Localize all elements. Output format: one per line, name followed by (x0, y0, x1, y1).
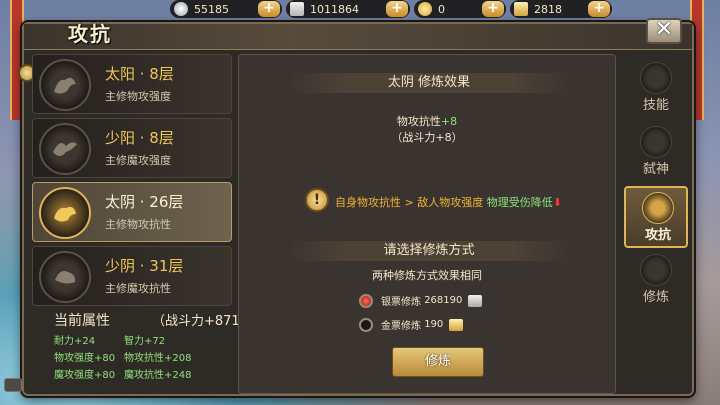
effect-stat-value: +8 (440, 115, 458, 128)
list-item-shaoyin[interactable]: 少阴 · 31层 主修魔攻抗性 (32, 246, 232, 306)
resource-gold-coin: 0 + (414, 0, 506, 18)
tab-skills[interactable]: 技能 (624, 58, 688, 120)
list-item-name: 少阳 · 8层 (105, 129, 174, 147)
list-item-shaoyang[interactable]: 少阳 · 8层 主修魔攻强度 (32, 118, 232, 178)
tab-label: 攻抗 (644, 228, 671, 243)
tab-label: 修炼 (642, 290, 669, 305)
effect-stat-label: 物攻抗性 (396, 115, 441, 128)
list-item-name: 少阴 · 31层 (105, 257, 184, 275)
tiger-emblem-icon (39, 187, 91, 239)
list-item-taiyang[interactable]: 太阳 · 8层 主修物攻强度 (32, 54, 232, 114)
gold-ticket-icon (449, 318, 464, 331)
list-item-desc: 主修魔攻抗性 (105, 282, 171, 295)
list-item-taiyin[interactable]: 太阴 · 26层 主修物攻抗性 (32, 182, 232, 242)
property-row: 物攻强度+80 物攻抗性+208 (54, 349, 254, 364)
add-silver-coin-button[interactable]: + (258, 1, 280, 17)
current-properties: 当前属性 （战斗力+871） 耐力+24 智力+72 物攻强度+80 物攻抗性+… (54, 310, 254, 381)
tab-attack-resist[interactable]: 攻抗 (624, 186, 688, 248)
resource-silver-coin: 55185 + (170, 0, 282, 18)
method-heading: 请选择修炼方式 (289, 241, 569, 261)
option-silver[interactable]: 银票修炼 268190 (359, 293, 483, 308)
practice-button[interactable]: 修炼 (392, 347, 484, 377)
tab-label: 技能 (642, 98, 669, 113)
property-row: 耐力+24 智力+72 (54, 332, 254, 347)
property-value: 耐力+24 (54, 336, 96, 347)
side-tabs: 技能 弑神 攻抗 修炼 (624, 58, 688, 314)
cultivate-tab-icon (640, 254, 672, 286)
arrow-down-icon: ⬇ (552, 196, 562, 209)
resource-value: 1011864 (310, 2, 359, 16)
option-label: 金票修炼 (381, 321, 421, 332)
option-label: 银票修炼 (381, 297, 421, 308)
list-item-name: 太阳 · 8层 (105, 65, 174, 83)
property-value: 物攻强度+80 (54, 353, 116, 364)
list-item-name: 太阴 · 26层 (105, 193, 184, 211)
cultivation-list: 太阳 · 8层 主修物攻强度 少阳 · 8层 主修魔攻强度 太阴 · 26层 主… (32, 54, 232, 310)
main-panel: 攻抗 ✕ 太阳 · 8层 主修物攻强度 少阳 · 8层 主修魔攻强度 太阴 · … (18, 18, 694, 396)
effect-stat: 物攻抗性+8 (239, 113, 615, 129)
silver-ticket-icon (290, 2, 304, 16)
list-item-desc: 主修魔攻强度 (105, 154, 171, 167)
attack-resist-tab-icon (642, 192, 674, 224)
effect-power: （战斗力+8） (391, 131, 463, 144)
option-cost: 190 (424, 319, 444, 330)
tab-slay-god[interactable]: 弑神 (624, 122, 688, 184)
option-cost: 268190 (424, 295, 463, 306)
method-note: 两种修炼方式效果相同 (372, 269, 482, 282)
property-value: 智力+72 (124, 336, 166, 347)
silver-coin-icon (174, 2, 188, 16)
warning-text: 自身物攻抗性 > 敌人物攻强度 物理受伤降低⬇ (335, 194, 562, 210)
qilin-emblem-icon (39, 59, 91, 111)
effect-panel: 太阴 修炼效果 物攻抗性+8 （战斗力+8） ! 自身物攻抗性 > 敌人物攻强度… (238, 54, 616, 394)
resource-value: 2818 (534, 2, 562, 16)
chat-icon[interactable] (4, 378, 22, 392)
property-value: 魔攻强度+80 (54, 370, 116, 381)
resource-value: 0 (438, 2, 445, 16)
list-item-desc: 主修物攻强度 (105, 90, 171, 103)
tab-label: 弑神 (642, 162, 669, 177)
add-silver-ticket-button[interactable]: + (386, 1, 408, 17)
property-value: 魔攻抗性+248 (124, 370, 192, 381)
phoenix-emblem-icon (39, 123, 91, 175)
tortoise-emblem-icon (39, 251, 91, 303)
warning-result: 物理受伤降低 (486, 196, 553, 209)
list-item-desc: 主修物攻抗性 (105, 218, 171, 231)
resource-bar: 55185 + 1011864 + 0 + 2818 + (170, 0, 612, 18)
effect-heading: 太阴 修炼效果 (289, 73, 569, 93)
property-value: 物攻抗性+208 (124, 353, 192, 364)
radio-silver[interactable] (359, 293, 373, 308)
radio-gold[interactable] (359, 317, 373, 332)
add-gold-coin-button[interactable]: + (482, 1, 504, 17)
gold-coin-icon (418, 2, 432, 16)
tab-cultivate[interactable]: 修炼 (624, 250, 688, 312)
slay-god-tab-icon (640, 126, 672, 158)
warning-icon: ! (305, 188, 329, 212)
warning-condition: 自身物攻抗性 > 敌人物攻强度 (335, 196, 484, 209)
window-title: 攻抗 (68, 22, 112, 46)
resource-value: 55185 (194, 2, 229, 16)
title-bar: 攻抗 ✕ (24, 18, 692, 50)
add-gold-ticket-button[interactable]: + (588, 1, 610, 17)
close-button[interactable]: ✕ (646, 18, 682, 44)
gold-ticket-icon (514, 2, 528, 16)
silver-ticket-icon (468, 294, 483, 307)
property-row: 魔攻强度+80 魔攻抗性+248 (54, 366, 254, 381)
skills-tab-icon (640, 62, 672, 94)
option-gold[interactable]: 金票修炼 190 (359, 317, 464, 332)
resource-silver-ticket: 1011864 + (286, 0, 410, 18)
resource-gold-ticket: 2818 + (510, 0, 612, 18)
